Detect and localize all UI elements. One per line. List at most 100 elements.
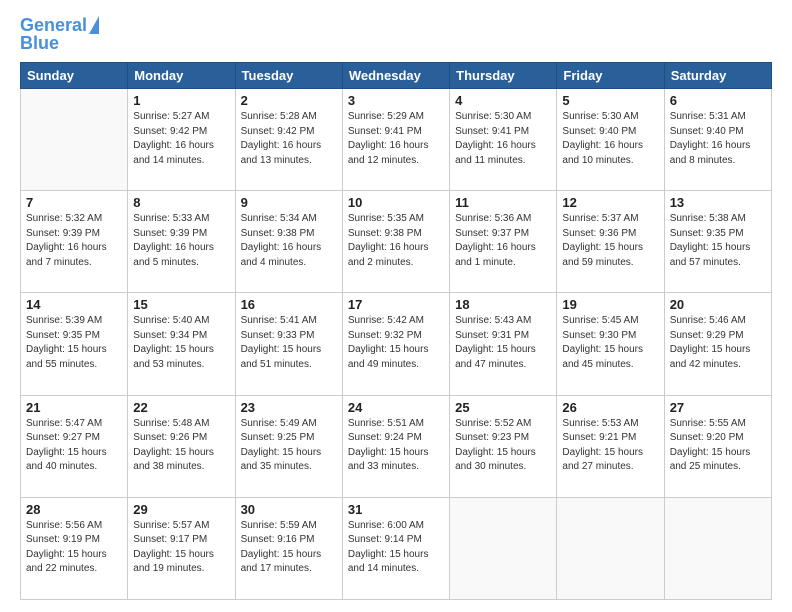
calendar-cell: 14 Sunrise: 5:39 AMSunset: 9:35 PMDayligh… (21, 293, 128, 395)
calendar-week-3: 14 Sunrise: 5:39 AMSunset: 9:35 PMDayligh… (21, 293, 772, 395)
day-info: Sunrise: 5:30 AMSunset: 9:40 PMDaylight:… (562, 110, 658, 168)
calendar-cell: 13 Sunrise: 5:38 AMSunset: 9:35 PMDayligh… (664, 191, 771, 293)
calendar-cell: 22 Sunrise: 5:48 AMSunset: 9:26 PMDayligh… (128, 395, 235, 497)
day-number: 22 (133, 400, 229, 415)
calendar-cell: 31 Sunrise: 6:00 AMSunset: 9:14 PMDayligh… (342, 497, 449, 599)
day-number: 1 (133, 93, 229, 108)
day-number: 16 (241, 297, 337, 312)
calendar-week-5: 28Sunrise: 5:56 AMSunset: 9:19 PMDayligh… (21, 497, 772, 599)
day-info: Sunrise: 5:33 AMSunset: 9:39 PMDaylight:… (133, 212, 229, 270)
calendar-cell: 21 Sunrise: 5:47 AMSunset: 9:27 PMDayligh… (21, 395, 128, 497)
day-number: 24 (348, 400, 444, 415)
weekday-header-thursday: Thursday (450, 63, 557, 89)
calendar-week-2: 7 Sunrise: 5:32 AMSunset: 9:39 PMDaylight… (21, 191, 772, 293)
day-number: 5 (562, 93, 658, 108)
calendar-cell: 19 Sunrise: 5:45 AMSunset: 9:30 PMDayligh… (557, 293, 664, 395)
day-number: 31 (348, 502, 444, 517)
weekday-header-saturday: Saturday (664, 63, 771, 89)
day-number: 9 (241, 195, 337, 210)
day-number: 10 (348, 195, 444, 210)
calendar-cell: 6Sunrise: 5:31 AMSunset: 9:40 PMDaylight… (664, 89, 771, 191)
calendar-cell: 7 Sunrise: 5:32 AMSunset: 9:39 PMDaylight… (21, 191, 128, 293)
calendar-table: SundayMondayTuesdayWednesdayThursdayFrid… (20, 62, 772, 600)
day-number: 3 (348, 93, 444, 108)
calendar-cell (450, 497, 557, 599)
calendar-cell: 16 Sunrise: 5:41 AMSunset: 9:33 PMDayligh… (235, 293, 342, 395)
calendar-cell (21, 89, 128, 191)
day-info: Sunrise: 5:49 AMSunset: 9:25 PMDaylight:… (241, 417, 337, 475)
calendar-cell: 3 Sunrise: 5:29 AMSunset: 9:41 PMDaylight… (342, 89, 449, 191)
day-info: Sunrise: 5:36 AMSunset: 9:37 PMDaylight:… (455, 212, 551, 270)
day-info: Sunrise: 5:39 AMSunset: 9:35 PMDaylight:… (26, 314, 122, 372)
day-info: Sunrise: 5:29 AMSunset: 9:41 PMDaylight:… (348, 110, 444, 168)
calendar-cell: 17 Sunrise: 5:42 AMSunset: 9:32 PMDayligh… (342, 293, 449, 395)
day-info: Sunrise: 5:40 AMSunset: 9:34 PMDaylight:… (133, 314, 229, 372)
calendar-cell (557, 497, 664, 599)
day-info: Sunrise: 5:38 AMSunset: 9:35 PMDaylight:… (670, 212, 766, 270)
calendar-cell: 20 Sunrise: 5:46 AMSunset: 9:29 PMDayligh… (664, 293, 771, 395)
calendar-cell (664, 497, 771, 599)
day-number: 26 (562, 400, 658, 415)
weekday-header-tuesday: Tuesday (235, 63, 342, 89)
day-info: Sunrise: 5:37 AMSunset: 9:36 PMDaylight:… (562, 212, 658, 270)
day-info: Sunrise: 5:53 AMSunset: 9:21 PMDaylight:… (562, 417, 658, 475)
day-number: 17 (348, 297, 444, 312)
day-number: 2 (241, 93, 337, 108)
calendar-cell: 30Sunrise: 5:59 AMSunset: 9:16 PMDayligh… (235, 497, 342, 599)
calendar-cell: 29 Sunrise: 5:57 AMSunset: 9:17 PMDayligh… (128, 497, 235, 599)
day-info: Sunrise: 5:47 AMSunset: 9:27 PMDaylight:… (26, 417, 122, 475)
calendar-cell: 25Sunrise: 5:52 AMSunset: 9:23 PMDayligh… (450, 395, 557, 497)
day-info: Sunrise: 5:35 AMSunset: 9:38 PMDaylight:… (348, 212, 444, 270)
day-info: Sunrise: 5:32 AMSunset: 9:39 PMDaylight:… (26, 212, 122, 270)
day-number: 23 (241, 400, 337, 415)
calendar-cell: 27 Sunrise: 5:55 AMSunset: 9:20 PMDayligh… (664, 395, 771, 497)
day-number: 28 (26, 502, 122, 517)
weekday-header-wednesday: Wednesday (342, 63, 449, 89)
day-info: Sunrise: 5:43 AMSunset: 9:31 PMDaylight:… (455, 314, 551, 372)
day-info: Sunrise: 6:00 AMSunset: 9:14 PMDaylight:… (348, 519, 444, 577)
weekday-header-monday: Monday (128, 63, 235, 89)
calendar-header-row: SundayMondayTuesdayWednesdayThursdayFrid… (21, 63, 772, 89)
calendar-cell: 23 Sunrise: 5:49 AMSunset: 9:25 PMDayligh… (235, 395, 342, 497)
day-info: Sunrise: 5:42 AMSunset: 9:32 PMDaylight:… (348, 314, 444, 372)
calendar-week-4: 21 Sunrise: 5:47 AMSunset: 9:27 PMDayligh… (21, 395, 772, 497)
day-info: Sunrise: 5:34 AMSunset: 9:38 PMDaylight:… (241, 212, 337, 270)
day-number: 21 (26, 400, 122, 415)
weekday-header-sunday: Sunday (21, 63, 128, 89)
day-info: Sunrise: 5:30 AMSunset: 9:41 PMDaylight:… (455, 110, 551, 168)
calendar-cell: 5 Sunrise: 5:30 AMSunset: 9:40 PMDaylight… (557, 89, 664, 191)
day-info: Sunrise: 5:41 AMSunset: 9:33 PMDaylight:… (241, 314, 337, 372)
page: General Blue SundayMondayTuesdayWednesda… (0, 0, 792, 612)
logo-general: General (20, 16, 87, 34)
day-number: 19 (562, 297, 658, 312)
weekday-header-friday: Friday (557, 63, 664, 89)
calendar-cell: 8Sunrise: 5:33 AMSunset: 9:39 PMDaylight… (128, 191, 235, 293)
calendar-cell: 15 Sunrise: 5:40 AMSunset: 9:34 PMDayligh… (128, 293, 235, 395)
day-number: 15 (133, 297, 229, 312)
day-info: Sunrise: 5:59 AMSunset: 9:16 PMDaylight:… (241, 519, 337, 577)
day-info: Sunrise: 5:28 AMSunset: 9:42 PMDaylight:… (241, 110, 337, 168)
calendar-cell: 4 Sunrise: 5:30 AMSunset: 9:41 PMDaylight… (450, 89, 557, 191)
day-info: Sunrise: 5:51 AMSunset: 9:24 PMDaylight:… (348, 417, 444, 475)
day-number: 29 (133, 502, 229, 517)
day-number: 13 (670, 195, 766, 210)
logo-triangle-icon (89, 16, 99, 34)
day-info: Sunrise: 5:45 AMSunset: 9:30 PMDaylight:… (562, 314, 658, 372)
day-info: Sunrise: 5:31 AMSunset: 9:40 PMDaylight:… (670, 110, 766, 168)
day-info: Sunrise: 5:55 AMSunset: 9:20 PMDaylight:… (670, 417, 766, 475)
day-number: 27 (670, 400, 766, 415)
day-info: Sunrise: 5:52 AMSunset: 9:23 PMDaylight:… (455, 417, 551, 475)
logo: General Blue (20, 16, 99, 52)
day-number: 20 (670, 297, 766, 312)
calendar-cell: 28Sunrise: 5:56 AMSunset: 9:19 PMDayligh… (21, 497, 128, 599)
day-info: Sunrise: 5:48 AMSunset: 9:26 PMDaylight:… (133, 417, 229, 475)
calendar-cell: 12 Sunrise: 5:37 AMSunset: 9:36 PMDayligh… (557, 191, 664, 293)
day-info: Sunrise: 5:46 AMSunset: 9:29 PMDaylight:… (670, 314, 766, 372)
day-number: 12 (562, 195, 658, 210)
day-number: 11 (455, 195, 551, 210)
day-number: 14 (26, 297, 122, 312)
header: General Blue (20, 16, 772, 52)
day-number: 4 (455, 93, 551, 108)
day-info: Sunrise: 5:57 AMSunset: 9:17 PMDaylight:… (133, 519, 229, 577)
day-number: 7 (26, 195, 122, 210)
